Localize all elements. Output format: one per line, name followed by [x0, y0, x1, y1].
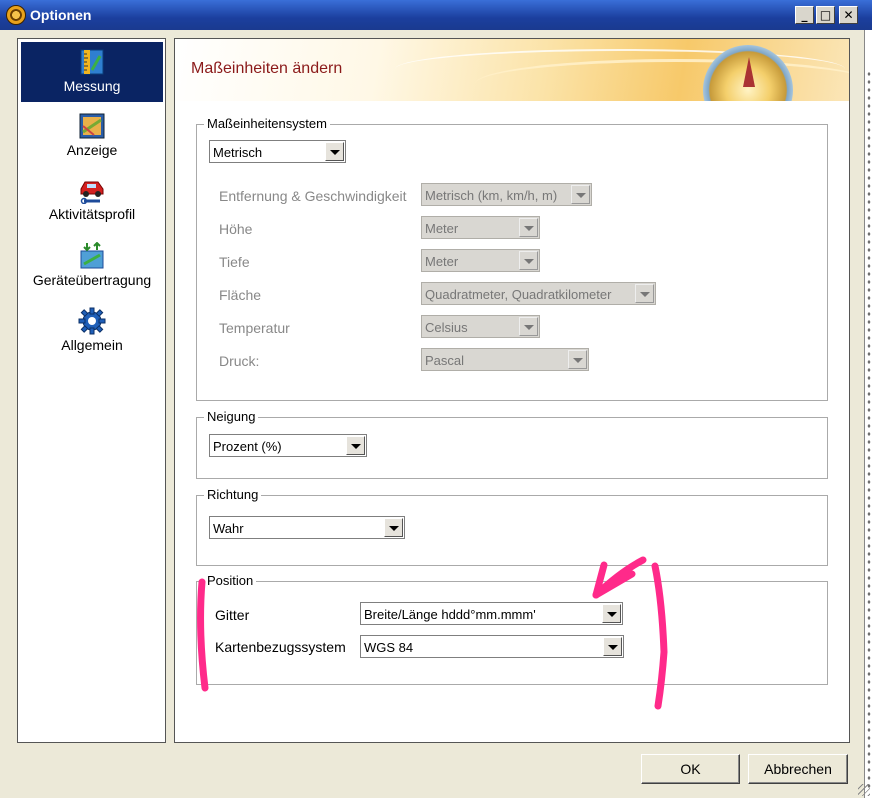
datum-label: Kartenbezugssystem	[215, 639, 346, 655]
sidebar-item-label: Messung	[63, 78, 121, 94]
chevron-down-icon[interactable]	[325, 142, 344, 161]
area-select: Quadratmeter, Quadratkilometer	[421, 282, 656, 305]
sidebar-item-anzeige[interactable]: Anzeige	[21, 106, 163, 166]
units-system-value: Metrisch	[213, 145, 263, 160]
distance-speed-value: Metrisch (km, km/h, m)	[425, 188, 558, 203]
sidebar-item-allgemein[interactable]: Allgemein	[21, 301, 163, 361]
background-map-edge	[864, 30, 872, 798]
page-title: Maßeinheiten ändern	[191, 60, 343, 77]
sidebar-item-aktivitaetsprofil[interactable]: Aktivitätsprofil	[21, 170, 163, 230]
temperature-value: Celsius	[425, 320, 468, 335]
chevron-down-icon[interactable]	[346, 436, 365, 455]
slope-select[interactable]: Prozent (%)	[209, 434, 367, 457]
altitude-label: Höhe	[219, 221, 253, 237]
ok-button[interactable]: OK	[641, 754, 740, 784]
datum-select[interactable]: WGS 84	[360, 635, 624, 658]
car-wrench-icon	[80, 181, 104, 204]
pressure-value: Pascal	[425, 353, 465, 368]
slope-group: Neigung Prozent (%)	[196, 409, 828, 479]
temperature-select: Celsius	[421, 315, 540, 338]
heading-value: Wahr	[213, 521, 244, 536]
chevron-down-icon	[571, 185, 590, 204]
sidebar-item-label: Geräteübertragung	[32, 272, 152, 288]
slope-legend: Neigung	[204, 409, 259, 424]
depth-select: Meter	[421, 249, 540, 272]
chevron-down-icon	[519, 218, 538, 237]
heading-legend: Richtung	[204, 487, 262, 502]
pressure-label: Druck:	[219, 353, 260, 369]
chevron-down-icon[interactable]	[602, 604, 621, 623]
heading-select[interactable]: Wahr	[209, 516, 405, 539]
maximize-button[interactable]: □	[816, 6, 835, 24]
slope-value: Prozent (%)	[213, 439, 282, 454]
app-compass-icon	[6, 5, 26, 25]
chevron-down-icon	[519, 317, 538, 336]
minimize-button[interactable]: _	[795, 6, 814, 24]
depth-value: Meter	[425, 254, 459, 269]
units-system-select[interactable]: Metrisch	[209, 140, 346, 163]
distance-speed-label: Entfernung & Geschwindigkeit	[219, 188, 407, 204]
settings-panel: Maßeinheiten ändern Maßeinheitensystem M…	[174, 38, 850, 743]
grid-select[interactable]: Breite/Länge hddd°mm.mmm'	[360, 602, 623, 625]
chevron-down-icon	[519, 251, 538, 270]
area-label: Fläche	[219, 287, 262, 303]
display-icon	[79, 113, 105, 139]
position-legend: Position	[204, 573, 257, 588]
sidebar-item-geraeteuebertragung[interactable]: Geräteübertragung	[21, 236, 163, 296]
depth-label: Tiefe	[219, 254, 250, 270]
temperature-label: Temperatur	[219, 320, 290, 336]
window-title: Optionen	[30, 7, 92, 23]
units-system-group: Maßeinheitensystem Metrisch Entfernung &…	[196, 116, 828, 401]
grid-value: Breite/Länge hddd°mm.mmm'	[364, 607, 536, 622]
header-banner: Maßeinheiten ändern	[175, 39, 849, 101]
gear-icon	[78, 307, 106, 335]
title-bar: Optionen _ □ ✕	[0, 0, 872, 30]
position-group: Position Gitter Breite/Länge hddd°mm.mmm…	[196, 573, 828, 685]
close-button[interactable]: ✕	[839, 6, 858, 24]
altitude-value: Meter	[425, 221, 459, 236]
grid-label: Gitter	[215, 607, 250, 623]
options-sidebar: Messung Anzeige Aktivitätsprofil Geräteü…	[17, 38, 166, 743]
datum-value: WGS 84	[364, 640, 414, 655]
sidebar-item-label: Allgemein	[61, 337, 123, 353]
device-transfer-icon	[80, 242, 104, 269]
cancel-button[interactable]: Abbrechen	[748, 754, 848, 784]
pressure-select: Pascal	[421, 348, 589, 371]
ruler-map-icon	[80, 49, 104, 75]
altitude-select: Meter	[421, 216, 540, 239]
chevron-down-icon[interactable]	[384, 518, 403, 537]
chevron-down-icon[interactable]	[603, 637, 622, 656]
sidebar-item-label: Aktivitätsprofil	[48, 206, 136, 222]
area-value: Quadratmeter, Quadratkilometer	[425, 287, 612, 302]
heading-group: Richtung Wahr	[196, 487, 828, 566]
chevron-down-icon	[635, 284, 654, 303]
distance-speed-select: Metrisch (km, km/h, m)	[421, 183, 592, 206]
units-system-legend: Maßeinheitensystem	[204, 116, 330, 131]
sidebar-item-label: Anzeige	[66, 142, 118, 158]
chevron-down-icon	[568, 350, 587, 369]
resize-grip[interactable]	[858, 784, 870, 796]
sidebar-item-messung[interactable]: Messung	[21, 42, 163, 102]
